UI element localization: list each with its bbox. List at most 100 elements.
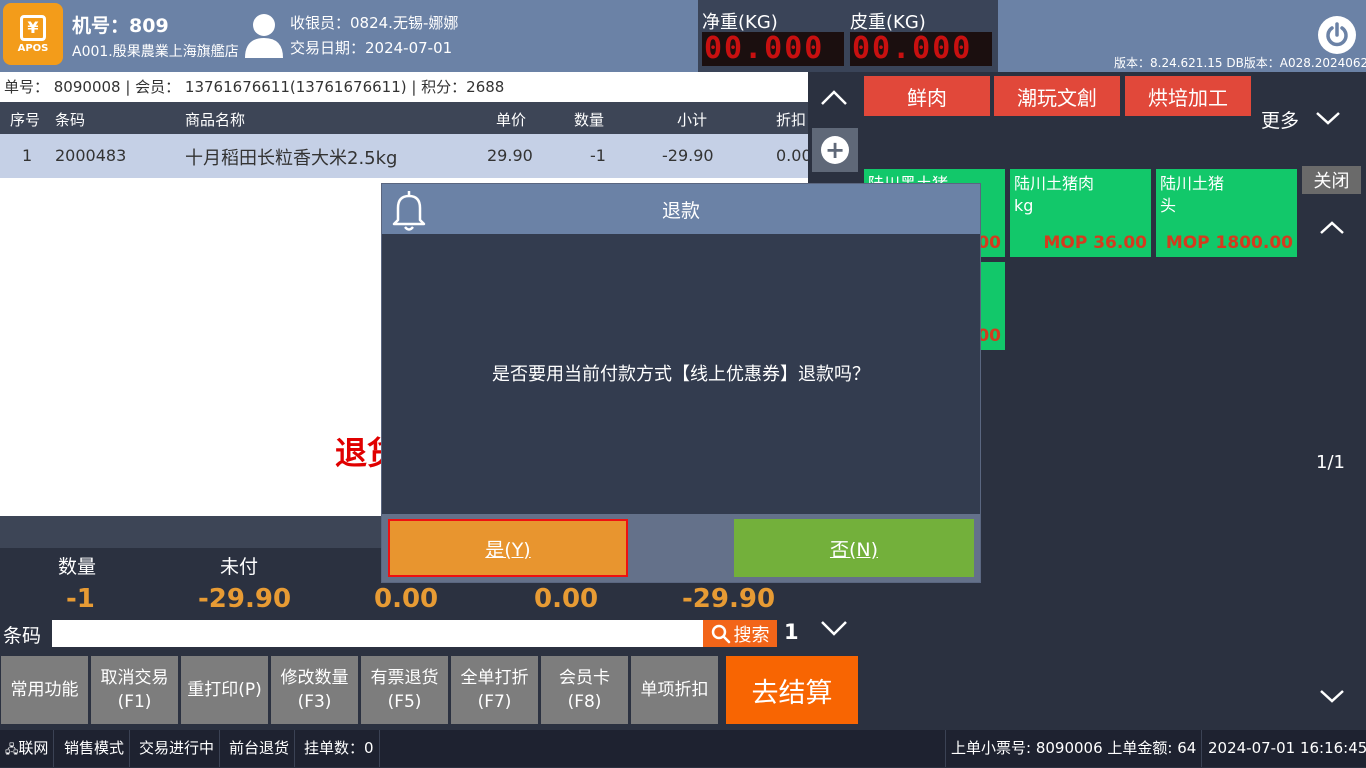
category-fresh-meat[interactable]: 鲜肉 bbox=[864, 76, 990, 116]
order-table-header: 序号 条码 商品名称 单价 数量 小计 折扣 bbox=[0, 102, 808, 134]
power-button[interactable] bbox=[1318, 16, 1356, 54]
status-datetime: 2024-07-01 16:16:45 bbox=[1208, 739, 1366, 757]
hold-count: 挂单数：0 bbox=[299, 730, 380, 767]
last-ticket-info: 上单小票号: 8090006 上单金额: 64 bbox=[945, 730, 1203, 767]
checkout-button[interactable]: 去结算 bbox=[726, 656, 858, 724]
order-discount-button[interactable]: 全单打折 (F7) bbox=[451, 656, 538, 724]
btn-line2: (F7) bbox=[477, 692, 512, 712]
reprint-button[interactable]: 重打印(P) bbox=[181, 656, 268, 724]
plus-icon: + bbox=[821, 136, 849, 164]
version-label: 版本：8.24.621.15 DB版本：A028.20240621 bbox=[1114, 56, 1366, 70]
apos-logo: ¥ APOS bbox=[3, 3, 63, 65]
product-tile[interactable]: 陆川土猪肉 kg MOP 36.00 bbox=[1010, 169, 1151, 257]
cell-name: 十月稻田长粒香大米2.5kg bbox=[185, 148, 398, 169]
btn-line2: (F1) bbox=[117, 692, 152, 712]
net-weight-display: 00.000 bbox=[702, 32, 844, 66]
power-icon bbox=[1326, 22, 1348, 47]
transaction-state: 交易进行中 bbox=[134, 730, 221, 767]
scroll-up-icon[interactable] bbox=[818, 88, 850, 108]
barcode-label: 条码 bbox=[3, 625, 42, 647]
btn-line1: 会员卡 bbox=[559, 668, 610, 688]
cancel-transaction-button[interactable]: 取消交易 (F1) bbox=[91, 656, 178, 724]
header-bar: ¥ APOS 机号：809 A001.殷果農業上海旗艦店 收银员：0824.无锡… bbox=[0, 0, 1366, 72]
col-name: 商品名称 bbox=[185, 111, 246, 129]
unpaid-value: -29.90 bbox=[198, 584, 292, 614]
unpaid-label: 未付 bbox=[220, 556, 259, 578]
search-icon bbox=[711, 624, 730, 643]
dialog-footer: 是(Y) 否(N) bbox=[382, 514, 980, 582]
product-name: 陆川土猪头 bbox=[1160, 174, 1225, 215]
dialog-title-bar: 退款 bbox=[382, 184, 980, 234]
cell-subtotal: -29.90 bbox=[662, 146, 714, 165]
yes-button[interactable]: 是(Y) bbox=[388, 519, 628, 577]
product-name: 陆川土猪肉 kg bbox=[1014, 174, 1095, 215]
product-price: MOP 36.00 bbox=[1043, 233, 1147, 253]
qty-total-value: -1 bbox=[66, 584, 95, 614]
table-row[interactable]: 1 2000483 十月稻田长粒香大米2.5kg 29.90 -1 -29.90… bbox=[0, 134, 812, 178]
category-bakery[interactable]: 烘培加工 bbox=[1125, 76, 1251, 116]
cell-discount: 0.00 bbox=[776, 146, 812, 165]
dialog-message: 是否要用当前付款方式【线上优惠券】退款吗？ bbox=[492, 364, 870, 385]
btn-line2: (F3) bbox=[297, 692, 332, 712]
col-price: 单价 bbox=[496, 111, 527, 129]
qty-total-label: 数量 bbox=[58, 556, 97, 578]
input-qty: 1 bbox=[784, 620, 799, 644]
store-name: A001.殷果農業上海旗艦店 bbox=[72, 44, 239, 60]
common-functions-button[interactable]: 常用功能 bbox=[1, 656, 88, 724]
tare-weight-label: 皮重(KG) bbox=[850, 12, 926, 33]
cashier-label: 收银员：0824.无锡-娜娜 bbox=[290, 14, 459, 32]
cell-barcode: 2000483 bbox=[55, 146, 127, 165]
tare-weight-display: 00.000 bbox=[850, 32, 992, 66]
btn-line2: (F5) bbox=[387, 692, 422, 712]
page-up-icon[interactable] bbox=[1318, 218, 1346, 238]
member-card-button[interactable]: 会员卡 (F8) bbox=[541, 656, 628, 724]
btn-line1: 常用功能 bbox=[10, 680, 79, 700]
yen-icon: ¥ bbox=[20, 14, 46, 41]
modify-quantity-button[interactable]: 修改数量 (F3) bbox=[271, 656, 358, 724]
btn-line2: (F8) bbox=[567, 692, 602, 712]
dialog-title: 退款 bbox=[661, 200, 700, 222]
close-button[interactable]: 关闭 bbox=[1302, 166, 1361, 194]
chevron-down-icon[interactable] bbox=[1314, 108, 1342, 128]
search-button[interactable]: 搜索 bbox=[703, 620, 777, 647]
page-indicator: 1/1 bbox=[1316, 452, 1345, 473]
cell-price: 29.90 bbox=[487, 146, 533, 165]
machine-number: 机号：809 bbox=[72, 15, 169, 37]
col-qty: 数量 bbox=[574, 111, 605, 129]
barcode-row: 条码 搜索 1 bbox=[0, 618, 808, 650]
barcode-input[interactable] bbox=[52, 620, 704, 647]
sale-mode: 销售模式 bbox=[59, 730, 131, 767]
total-value-5: -29.90 bbox=[682, 584, 776, 614]
trade-date: 交易日期：2024-07-01 bbox=[290, 39, 453, 57]
btn-line1: 全单打折 bbox=[460, 668, 529, 688]
receipt-return-button[interactable]: 有票退货 (F5) bbox=[361, 656, 448, 724]
item-discount-button[interactable]: 单项折扣 bbox=[631, 656, 718, 724]
status-bar: 🖧联网 销售模式 交易进行中 前台退货 挂单数：0 上单小票号: 8090006… bbox=[0, 730, 1366, 767]
scroll-down-icon[interactable] bbox=[818, 618, 850, 638]
refund-mode: 前台退货 bbox=[224, 730, 296, 767]
btn-line1: 修改数量 bbox=[280, 668, 349, 688]
col-barcode: 条码 bbox=[55, 111, 86, 129]
user-icon bbox=[245, 14, 283, 58]
product-nav-column bbox=[1302, 164, 1366, 726]
total-value-4: 0.00 bbox=[534, 584, 599, 614]
network-status: 🖧联网 bbox=[0, 730, 55, 767]
btn-line1: 重打印(P) bbox=[187, 680, 262, 700]
search-button-label: 搜索 bbox=[733, 624, 770, 646]
cell-seq: 1 bbox=[22, 146, 33, 165]
more-categories-button[interactable]: 更多 bbox=[1261, 106, 1299, 133]
net-weight-label: 净重(KG) bbox=[702, 12, 778, 33]
category-trendy-toys[interactable]: 潮玩文創 bbox=[994, 76, 1120, 116]
btn-line1: 单项折扣 bbox=[640, 680, 709, 700]
order-info-bar: 单号： 8090008 | 会员： 13761676611(1376167661… bbox=[0, 72, 808, 102]
product-tile[interactable]: 陆川土猪头 MOP 1800.00 bbox=[1156, 169, 1297, 257]
logo-text: APOS bbox=[17, 42, 49, 54]
cell-qty: -1 bbox=[590, 146, 606, 165]
scale-panel: 净重(KG) 00.000 皮重(KG) 00.000 bbox=[698, 0, 998, 72]
no-button[interactable]: 否(N) bbox=[734, 519, 974, 577]
function-button-row: 常用功能 取消交易 (F1) 重打印(P) 修改数量 (F3) 有票退货 (F5) 全… bbox=[0, 654, 860, 726]
add-item-button[interactable]: + bbox=[812, 128, 858, 172]
page-down-icon[interactable] bbox=[1318, 686, 1346, 706]
btn-line1: 取消交易 bbox=[100, 668, 169, 688]
btn-line1: 有票退货 bbox=[370, 668, 439, 688]
